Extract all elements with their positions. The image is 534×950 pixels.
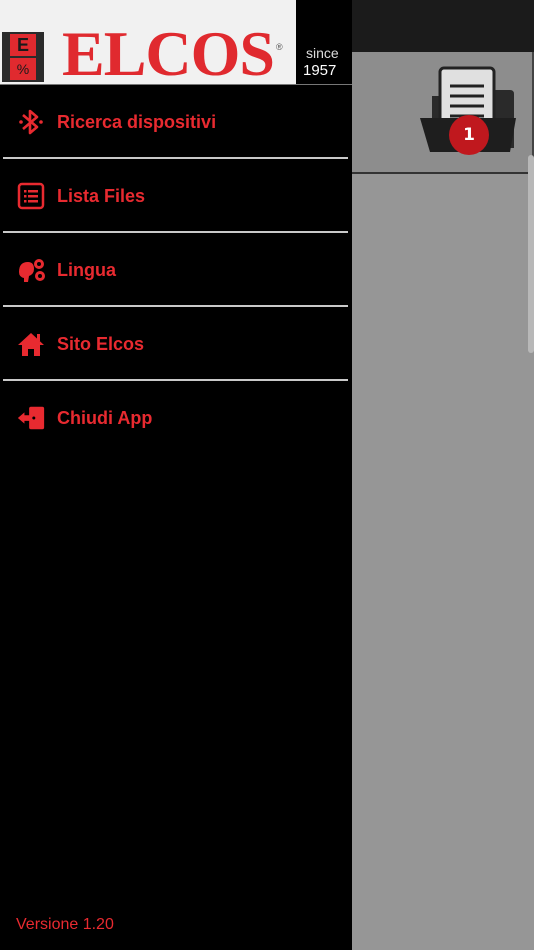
menu-item-ricerca-dispositivi[interactable]: Ricerca dispositivi <box>0 85 352 159</box>
menu-item-label: Ricerca dispositivi <box>57 111 217 132</box>
menu-item-label: Lingua <box>57 259 116 280</box>
files-panel[interactable]: 1 <box>352 52 534 174</box>
since-year: 1957 <box>303 62 337 79</box>
app-top-bar <box>350 0 534 52</box>
home-icon <box>16 329 46 359</box>
registered-mark: ® <box>276 42 283 52</box>
logo-symbol: % <box>10 58 36 80</box>
scrollbar[interactable] <box>528 155 534 353</box>
menu-item-label: Sito Elcos <box>57 333 145 354</box>
drawer-menu: Ricerca dispositivi Lista Files Lingua S… <box>0 85 352 455</box>
menu-item-label: Lista Files <box>57 185 146 206</box>
file-count-badge: 1 <box>449 115 489 155</box>
menu-item-lingua[interactable]: Lingua <box>0 233 352 307</box>
bluetooth-icon <box>16 107 46 137</box>
navigation-drawer: E % ELCOS ® since 1957 Ricerca dispositi… <box>0 0 352 950</box>
menu-item-lista-files[interactable]: Lista Files <box>0 159 352 233</box>
menu-item-chiudi-app[interactable]: Chiudi App <box>0 381 352 455</box>
menu-item-label: Chiudi App <box>57 407 153 428</box>
logo-letter: E <box>10 34 36 56</box>
since-badge: since 1957 <box>296 0 352 84</box>
since-label: since <box>306 45 339 61</box>
app-version: Versione 1.20 <box>16 916 114 933</box>
menu-item-sito-elcos[interactable]: Sito Elcos <box>0 307 352 381</box>
list-icon <box>16 181 46 211</box>
language-icon <box>16 255 46 285</box>
exit-icon <box>16 403 46 433</box>
logo-mark: E % <box>2 32 44 82</box>
logo-wordmark: ELCOS <box>62 18 275 89</box>
brand-logo: E % ELCOS ® <box>0 0 296 89</box>
